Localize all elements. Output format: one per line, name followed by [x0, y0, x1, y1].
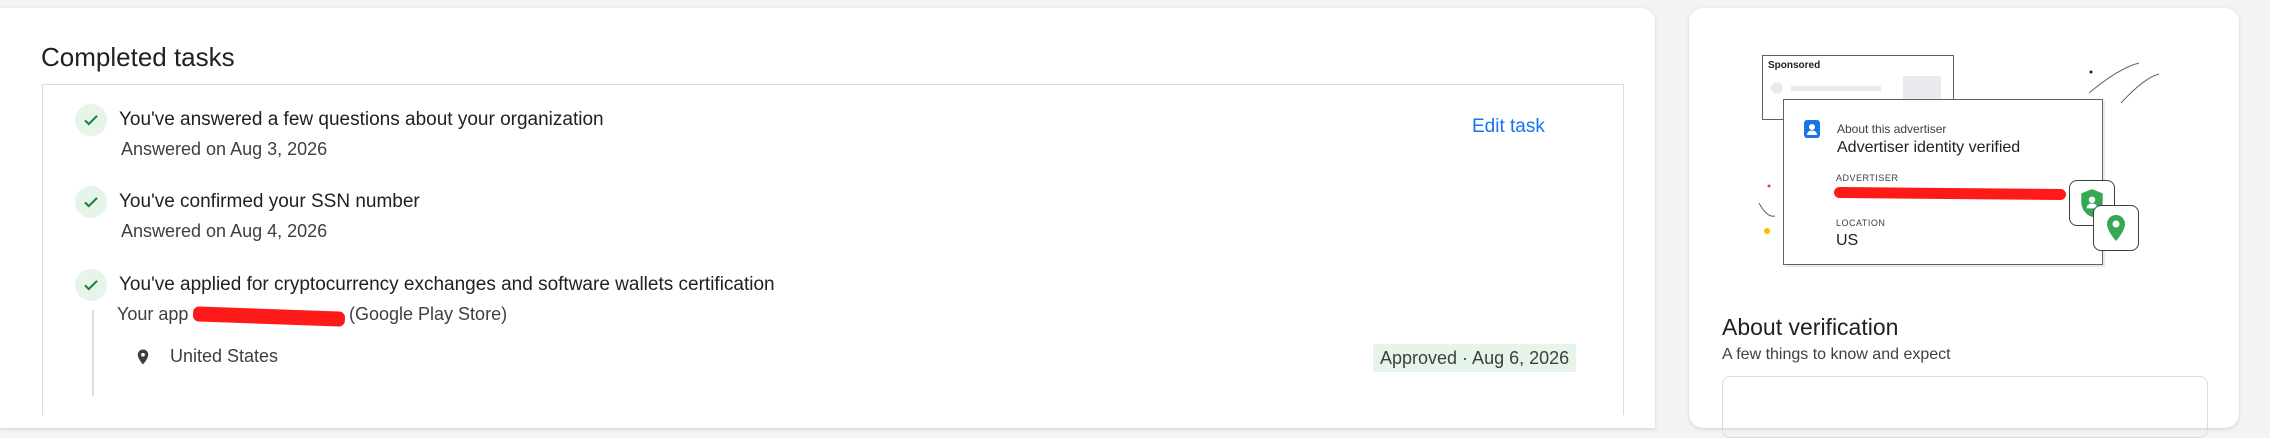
location-value: US [1836, 232, 1859, 249]
about-verification-card: Sponsored About this advertiser Advertis… [1689, 8, 2239, 438]
task-subtext: Answered on Aug 3, 2026 [121, 139, 328, 159]
task-subtext-suffix: (Google Play Store) [349, 304, 508, 324]
about-verification-subtitle: A few things to know and expect [1722, 346, 1951, 363]
location-text: United States [170, 346, 279, 366]
location-label: LOCATION [1836, 218, 1886, 228]
edit-task-link[interactable]: Edit task [1472, 116, 1545, 138]
check-icon [75, 104, 107, 136]
advertiser-label: ADVERTISER [1836, 173, 1899, 183]
redaction-mark [1833, 186, 2067, 201]
task-heading: You've confirmed your SSN number [119, 191, 420, 212]
task-subtext: Answered on Aug 4, 2026 [121, 221, 328, 241]
task-heading: You've applied for cryptocurrency exchan… [119, 274, 775, 295]
check-icon [75, 186, 107, 218]
divider-line [92, 310, 94, 396]
map-pin-icon [2093, 205, 2139, 251]
completed-tasks-card: Completed tasks You've answered a few qu… [0, 8, 1655, 428]
about-advertiser-label: About this advertiser [1837, 122, 1947, 136]
advertiser-info-card: About this advertiser Advertiser identit… [1783, 99, 2103, 265]
page-title: Completed tasks [41, 42, 235, 72]
status-badge: Approved · Aug 6, 2026 [1373, 344, 1577, 372]
person-icon [1804, 120, 1820, 138]
info-item[interactable] [1722, 376, 2208, 438]
check-icon [75, 269, 107, 301]
identity-verified-text: Advertiser identity verified [1837, 139, 2021, 156]
advertiser-illustration: Sponsored About this advertiser Advertis… [1689, 8, 2239, 298]
task-subtext-prefix: Your app [117, 304, 189, 324]
sponsored-label: Sponsored [1768, 60, 1821, 71]
location-pin-icon [134, 347, 152, 372]
about-verification-title: About verification [1722, 314, 1899, 340]
task-heading: You've answered a few questions about yo… [119, 109, 604, 130]
